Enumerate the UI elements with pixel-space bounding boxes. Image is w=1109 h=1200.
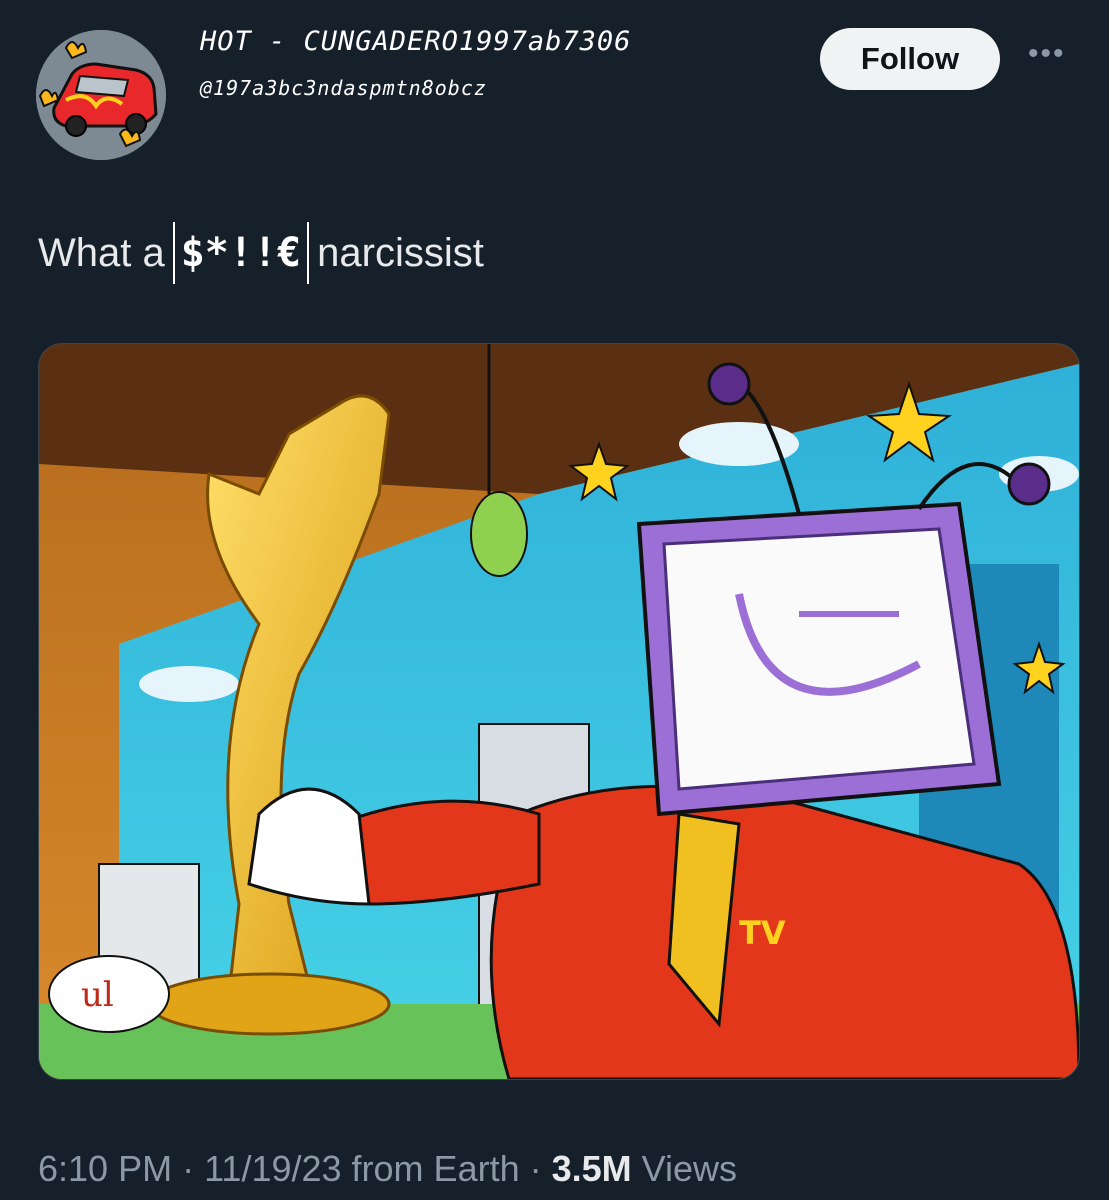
- illustration-tv-man-statue: ul TV: [39, 344, 1079, 1079]
- tweet-time[interactable]: 6:10 PM: [38, 1148, 172, 1189]
- speech-bubble-text: ul: [81, 975, 114, 1015]
- avatar[interactable]: [36, 30, 166, 160]
- user-handle[interactable]: @197a3bc3ndaspmtn8obcz: [200, 76, 487, 100]
- tweet-meta: 6:10 PM · 11/19/23 from Earth · 3.5M Vie…: [38, 1148, 737, 1190]
- censored-word: $*!!€: [172, 222, 310, 284]
- meta-sep-1: ·: [172, 1148, 205, 1189]
- follow-button[interactable]: Follow: [820, 28, 1000, 90]
- meta-sep-2: ·: [519, 1148, 552, 1189]
- more-dots-icon[interactable]: •••: [1028, 39, 1066, 69]
- tweet-header: HOT - CUNGADERO1997ab7306 @197a3bc3ndasp…: [0, 0, 1109, 160]
- tie-label: TV: [739, 914, 786, 952]
- tweet-media-image[interactable]: ul TV: [38, 343, 1080, 1080]
- tweet-text: What a $*!!€ narcissist: [38, 222, 484, 284]
- views-count[interactable]: 3.5M: [552, 1148, 632, 1189]
- tweet-date[interactable]: 11/19/23: [204, 1148, 341, 1189]
- tweet-text-after: narcissist: [317, 230, 484, 275]
- tweet-text-before: What a: [38, 230, 165, 275]
- display-name[interactable]: HOT - CUNGADERO1997ab7306: [200, 26, 631, 57]
- views-label: Views: [631, 1148, 738, 1189]
- tweet-source: from Earth: [341, 1148, 520, 1189]
- car-flames-avatar-art: [36, 30, 166, 160]
